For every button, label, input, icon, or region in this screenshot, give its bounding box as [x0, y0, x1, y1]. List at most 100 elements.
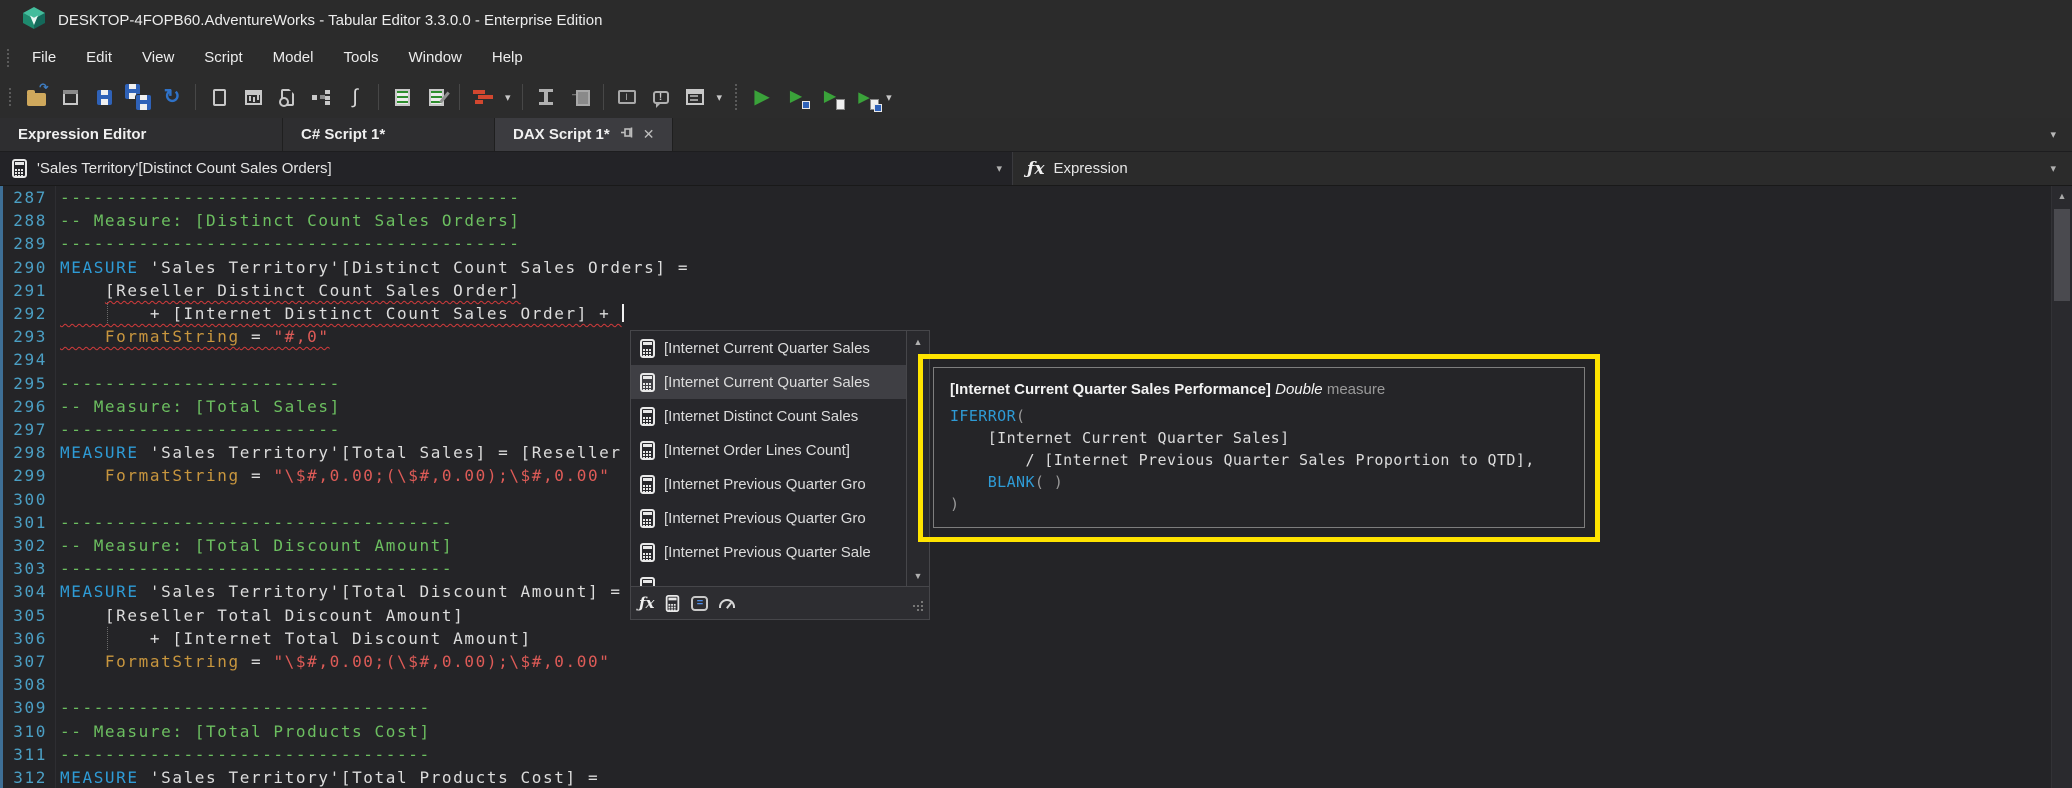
dropdown-chevron-icon[interactable]: ▾ — [881, 91, 897, 104]
dropdown-chevron-icon[interactable]: ▾ — [500, 91, 516, 104]
expression-bar: 'Sales Territory'[Distinct Count Sales O… — [0, 152, 2072, 186]
line-number: 309 — [13, 698, 47, 718]
autocomplete-filter-bar: ƒx = — [631, 586, 929, 619]
best-practice-button[interactable] — [467, 81, 499, 113]
save-all-button[interactable] — [122, 81, 154, 113]
line-number: 288 — [13, 211, 47, 231]
expression-chevron-icon[interactable]: ▾ — [2050, 162, 2056, 175]
autocomplete-item[interactable]: [Internet Previous Quarter Gro — [631, 501, 906, 535]
measure-tooltip: [Internet Current Quarter Sales Performa… — [933, 367, 1585, 528]
column-width-button[interactable] — [530, 81, 562, 113]
scrollbar-thumb[interactable] — [2054, 209, 2070, 301]
code-text: MEASURE 'Sales Territory'[Distinct Count… — [60, 257, 690, 277]
play-script-button[interactable]: ▶ — [814, 81, 846, 113]
tab-c-script-1-[interactable]: C# Script 1* — [283, 118, 495, 151]
new-document-button[interactable] — [203, 81, 235, 113]
refresh-button[interactable]: ↻ — [156, 81, 188, 113]
menu-item-file[interactable]: File — [17, 40, 71, 76]
fx-icon: ƒx — [1027, 158, 1045, 179]
toolbar-grip-handle[interactable] — [9, 88, 11, 106]
pin-icon[interactable] — [620, 126, 633, 143]
code-line-292: 292 + [Internet Distinct Count Sales Ord… — [3, 302, 2072, 326]
code-line-290: 290 MEASURE 'Sales Territory'[Distinct Co… — [3, 256, 2072, 279]
menu-item-edit[interactable]: Edit — [71, 40, 127, 76]
code-text: -- Measure: [Total Products Cost] — [60, 721, 431, 741]
tooltip-title: [Internet Current Quarter Sales Performa… — [950, 381, 1386, 398]
expression-filter-icon[interactable]: ƒx — [639, 594, 654, 612]
combo-chevron-icon[interactable]: ▾ — [996, 162, 1002, 175]
menu-item-model[interactable]: Model — [258, 40, 329, 76]
line-number: 289 — [13, 234, 47, 254]
dropdown-chevron-icon[interactable]: ▾ — [712, 91, 728, 104]
autocomplete-item-label: [Internet Order Lines Count] — [664, 441, 850, 459]
line-number: 302 — [13, 536, 47, 555]
menu-item-view[interactable]: View — [127, 40, 189, 76]
column-filter-icon[interactable]: = — [691, 595, 709, 611]
diagram-button[interactable] — [305, 81, 337, 113]
measure-icon — [640, 338, 655, 358]
menu-item-help[interactable]: Help — [477, 40, 538, 76]
script-edit-button[interactable] — [420, 81, 452, 113]
code-line-312: 312 MEASURE 'Sales Territory'[Total Produ… — [3, 766, 2072, 788]
line-number: 297 — [13, 420, 47, 439]
code-text: FormatString = "#,0" — [60, 327, 330, 347]
code-line-307: 307 FormatString = "\$#,0.00;(\$#,0.00);… — [3, 650, 2072, 673]
measure-tooltip-highlight: [Internet Current Quarter Sales Performa… — [918, 354, 1600, 542]
dax-code-editor[interactable]: 287 -------------------------------------… — [0, 186, 2072, 788]
script-list-button[interactable] — [386, 81, 418, 113]
autocomplete-item[interactable]: [Internet Current Quarter Sales — [631, 365, 906, 399]
autocomplete-item[interactable]: [Internet Order Lines Count] — [631, 433, 906, 467]
tab-label: C# Script 1* — [301, 126, 386, 143]
measure-selector-combo[interactable]: 'Sales Territory'[Distinct Count Sales O… — [0, 152, 1013, 185]
import-table-button[interactable] — [564, 81, 596, 113]
macro-button[interactable]: ∫ — [339, 81, 371, 113]
code-line-291: 291 [Reseller Distinct Count Sales Order… — [3, 279, 2072, 302]
line-number: 292 — [13, 304, 47, 323]
autocomplete-scroll-up-icon[interactable]: ▲ — [907, 331, 929, 353]
report-page-button[interactable] — [271, 81, 303, 113]
deploy-button[interactable] — [54, 81, 86, 113]
line-number: 310 — [13, 721, 47, 741]
autocomplete-item[interactable] — [631, 569, 906, 587]
line-number: 307 — [13, 652, 47, 671]
tooltip-code-line: ) — [950, 495, 960, 513]
autocomplete-scroll-down-icon[interactable]: ▼ — [907, 565, 929, 587]
code-text: ------------------------- — [60, 420, 341, 439]
tab-expression-editor[interactable]: Expression Editor — [0, 118, 283, 151]
scroll-up-icon[interactable]: ▲ — [2052, 186, 2072, 207]
code-text: --------------------------------- — [60, 698, 431, 718]
popup-resize-grip[interactable] — [913, 605, 915, 607]
window-layout-button[interactable] — [679, 81, 711, 113]
play-save-button[interactable]: ▶ — [780, 81, 812, 113]
menu-item-window[interactable]: Window — [394, 40, 477, 76]
autocomplete-item[interactable]: [Internet Distinct Count Sales — [631, 399, 906, 433]
selected-measure: 'Sales Territory'[Distinct Count Sales O… — [37, 160, 332, 177]
menubar-grip-handle[interactable] — [7, 49, 9, 67]
autocomplete-item[interactable]: [Internet Current Quarter Sales — [631, 331, 906, 365]
code-text: [Reseller Total Discount Amount] — [60, 605, 465, 625]
menu-item-script[interactable]: Script — [189, 40, 257, 76]
measure-filter-icon[interactable] — [666, 594, 680, 612]
close-tab-icon[interactable]: ✕ — [643, 126, 655, 143]
menu-item-tools[interactable]: Tools — [328, 40, 393, 76]
comment-button[interactable]: ! — [645, 81, 677, 113]
pivot-grid-button[interactable] — [237, 81, 269, 113]
autocomplete-item-label: [Internet Current Quarter Sales — [664, 373, 870, 391]
autocomplete-item-label: [Internet Previous Quarter Gro — [664, 475, 866, 493]
tab-list-chevron-icon[interactable]: ▾ — [2050, 128, 2056, 141]
measure-icon — [640, 474, 655, 494]
autocomplete-item[interactable]: [Internet Previous Quarter Gro — [631, 467, 906, 501]
kpi-filter-icon[interactable] — [719, 598, 736, 608]
autocomplete-item[interactable]: [Internet Previous Quarter Sale — [631, 535, 906, 569]
play-button[interactable]: ▶ — [746, 81, 778, 113]
open-file-button[interactable] — [20, 81, 52, 113]
tab-dax-script-1-[interactable]: DAX Script 1* ✕ — [495, 118, 674, 151]
expression-header: ƒx Expression — [1013, 159, 1128, 179]
save-button[interactable] — [88, 81, 120, 113]
line-number: 306 — [13, 628, 47, 648]
play-script-save-button[interactable]: ▶ — [848, 81, 883, 113]
line-number: 300 — [13, 489, 47, 509]
editor-scrollbar[interactable]: ▲ — [2051, 186, 2072, 788]
autocomplete-item-label: [Internet Distinct Count Sales — [664, 407, 859, 425]
frame-button[interactable]: I — [611, 81, 643, 113]
